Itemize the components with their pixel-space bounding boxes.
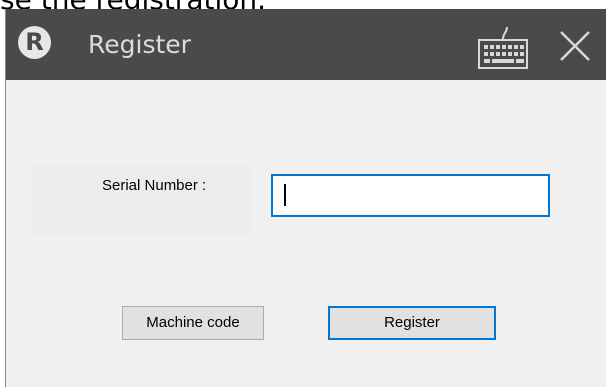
title-bar[interactable]: R Register: [6, 9, 606, 80]
machine-code-button[interactable]: Machine code: [122, 306, 264, 340]
register-dialog: R Register Serial Number: Machine code …: [5, 9, 606, 387]
register-button[interactable]: Register: [328, 306, 496, 340]
close-icon[interactable]: [558, 29, 592, 63]
serial-number-label: Serial Number :: [102, 177, 207, 194]
page: se the registration. R Register: [0, 0, 606, 387]
keyboard-icon[interactable]: [477, 23, 529, 71]
text-caret: [284, 184, 286, 206]
window-title: Register: [88, 30, 191, 59]
registered-logo-icon: R: [18, 26, 51, 59]
serial-number-input[interactable]: [271, 174, 550, 217]
